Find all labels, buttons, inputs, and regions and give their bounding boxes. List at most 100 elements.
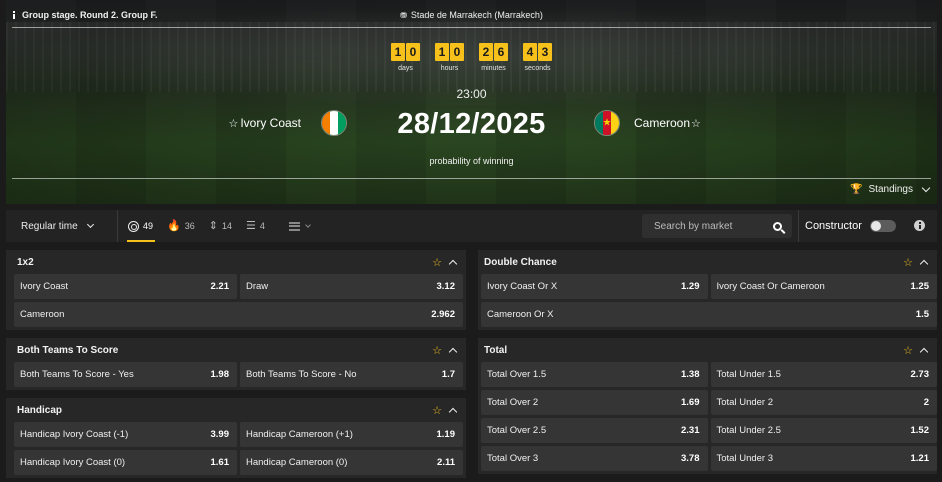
odd-button[interactable]: Handicap Ivory Coast (0) 1.61 xyxy=(14,450,237,475)
search-input[interactable] xyxy=(654,220,764,232)
market-double-chance: Double Chance ☆ Ivory Coast Or X 1.29 Ivo… xyxy=(478,250,937,330)
constructor-toggle[interactable] xyxy=(869,220,896,232)
market-title: Double Chance xyxy=(484,256,557,268)
chevron-up-icon[interactable] xyxy=(448,347,458,356)
odd-label: Total Over 1.5 xyxy=(487,369,547,380)
odd-button[interactable]: Both Teams To Score - Yes 1.98 xyxy=(14,362,237,387)
odd-label: Total Over 2.5 xyxy=(487,425,547,436)
market-title: Both Teams To Score xyxy=(17,344,119,356)
countdown-digit: 0 xyxy=(450,43,464,61)
constructor-toggle-group: Constructor xyxy=(798,210,937,242)
odd-label: Cameroon xyxy=(20,309,65,320)
standings-label: Standings xyxy=(868,184,913,195)
odd-button[interactable]: Total Under 1.5 2.73 xyxy=(710,362,937,387)
odd-value: 1.29 xyxy=(681,281,700,292)
odd-label: Handicap Ivory Coast (0) xyxy=(20,457,126,468)
odd-label: Total Under 2 xyxy=(716,397,774,408)
odd-button[interactable]: Total Under 3 1.21 xyxy=(710,446,937,471)
odd-value: 2.11 xyxy=(437,457,455,468)
odd-button[interactable]: Ivory Coast Or Cameroon 1.25 xyxy=(710,274,937,299)
favorite-star-icon[interactable]: ☆ xyxy=(432,404,442,417)
countdown-days: 1 0 days xyxy=(391,43,421,72)
odd-value: 3.12 xyxy=(436,281,456,292)
market-both-teams-to-score: Both Teams To Score ☆ Both Teams To Scor… xyxy=(6,338,466,390)
odd-label: Both Teams To Score - Yes xyxy=(20,369,134,380)
odd-value: 2.31 xyxy=(681,425,700,436)
filter-all-markets[interactable]: 49 xyxy=(126,210,156,242)
countdown-label: days xyxy=(398,65,413,72)
divider xyxy=(12,178,931,179)
odd-label: Handicap Cameroon (+1) xyxy=(246,429,353,440)
odd-value: 2 xyxy=(923,397,929,408)
odd-value: 1.38 xyxy=(681,369,700,380)
odd-button[interactable]: Handicap Ivory Coast (-1) 3.99 xyxy=(14,422,237,447)
match-date: 28/12/2025 xyxy=(397,108,546,140)
odd-button[interactable]: Total Over 2 1.69 xyxy=(481,390,708,415)
odd-button[interactable]: Total Under 2 2 xyxy=(710,390,937,415)
chevron-down-icon xyxy=(86,220,95,229)
countdown-hours: 1 0 hours xyxy=(435,43,465,72)
favorite-star-icon[interactable]: ☆ xyxy=(432,256,442,269)
stadium-info: ⛃ Stade de Marrakech (Marrakech) xyxy=(6,10,937,20)
odd-value: 3.99 xyxy=(210,429,230,440)
odd-label: Total Under 1.5 xyxy=(716,369,781,380)
away-team[interactable]: ★ Cameroon ☆ xyxy=(594,110,701,136)
odd-button[interactable]: Total Under 2.5 1.52 xyxy=(710,418,937,443)
market-title: Total xyxy=(484,344,508,356)
chevron-up-icon[interactable] xyxy=(448,259,458,268)
odd-button[interactable]: Cameroon Or X 1.5 xyxy=(481,302,937,327)
filter-popular-markets[interactable]: 🔥 36 xyxy=(167,210,195,242)
countdown-timer: 1 0 days 1 0 hours 2 6 minutes 4 3 secon… xyxy=(6,43,937,72)
market-total: Total ☆ Total Over 1.5 1.38 Total Under 1… xyxy=(478,338,937,474)
favorite-star-icon[interactable]: ☆ xyxy=(432,344,442,357)
favorite-star-icon[interactable]: ☆ xyxy=(691,117,701,130)
match-header-banner: Group stage. Round 2. Group F. ⛃ Stade d… xyxy=(6,0,937,204)
odd-label: Ivory Coast Or Cameroon xyxy=(716,281,825,292)
market-filter-bar: Regular time 49 🔥 36 ⇕ 14 ☰ 4 Constructo… xyxy=(6,210,937,242)
cameroon-flag-icon: ★ xyxy=(594,110,620,136)
countdown-digit: 1 xyxy=(391,43,405,61)
market-search[interactable] xyxy=(642,214,792,238)
filter-stats-markets[interactable]: ☰ 4 xyxy=(246,210,265,242)
countdown-digit: 0 xyxy=(406,43,420,61)
standings-toggle[interactable]: 🏆 Standings xyxy=(850,183,931,195)
filter-totals-markets[interactable]: ⇕ 14 xyxy=(209,210,232,242)
divider xyxy=(12,27,931,28)
countdown-digit: 6 xyxy=(494,43,508,61)
odd-button[interactable]: Ivory Coast 2.21 xyxy=(14,274,237,299)
favorite-star-icon[interactable]: ☆ xyxy=(903,256,913,269)
constructor-label: Constructor xyxy=(805,220,862,232)
chevron-up-icon[interactable] xyxy=(448,407,458,416)
odd-label: Handicap Ivory Coast (-1) xyxy=(20,429,129,440)
favorite-star-icon[interactable]: ☆ xyxy=(903,344,913,357)
fire-icon: 🔥 xyxy=(167,219,181,232)
stadium-icon: ⛃ xyxy=(400,10,407,20)
odd-label: Total Under 2.5 xyxy=(716,425,781,436)
odd-button[interactable]: Cameroon 2.962 xyxy=(14,302,463,327)
odd-button[interactable]: Both Teams To Score - No 1.7 xyxy=(240,362,463,387)
info-icon[interactable] xyxy=(914,220,925,231)
chevron-up-icon[interactable] xyxy=(919,259,929,268)
target-icon xyxy=(128,220,139,232)
odd-button[interactable]: Total Over 3 3.78 xyxy=(481,446,708,471)
odd-button[interactable]: Total Over 1.5 1.38 xyxy=(481,362,708,387)
odd-label: Total Under 3 xyxy=(716,453,774,464)
win-probability-label: probability of winning xyxy=(429,156,514,166)
search-icon[interactable] xyxy=(773,221,782,231)
market-title: 1x2 xyxy=(17,256,34,268)
chevron-up-icon[interactable] xyxy=(919,347,929,356)
odd-button[interactable]: Draw 3.12 xyxy=(240,274,463,299)
odd-value: 3.78 xyxy=(681,453,700,464)
view-mode-dropdown[interactable] xyxy=(288,210,311,242)
market-handicap: Handicap ☆ Handicap Ivory Coast (-1) 3.99… xyxy=(6,398,466,478)
countdown-label: hours xyxy=(440,65,459,72)
odd-button[interactable]: Ivory Coast Or X 1.29 xyxy=(481,274,708,299)
odd-label: Handicap Cameroon (0) xyxy=(246,457,348,468)
period-dropdown[interactable]: Regular time xyxy=(6,210,118,242)
odd-value: 1.25 xyxy=(910,281,930,292)
market-title: Handicap xyxy=(17,404,63,416)
odd-button[interactable]: Handicap Cameroon (+1) 1.19 xyxy=(240,422,463,447)
odd-button[interactable]: Handicap Cameroon (0) 2.11 xyxy=(240,450,463,475)
odd-button[interactable]: Total Over 2.5 2.31 xyxy=(481,418,708,443)
chevron-down-icon xyxy=(921,183,931,193)
